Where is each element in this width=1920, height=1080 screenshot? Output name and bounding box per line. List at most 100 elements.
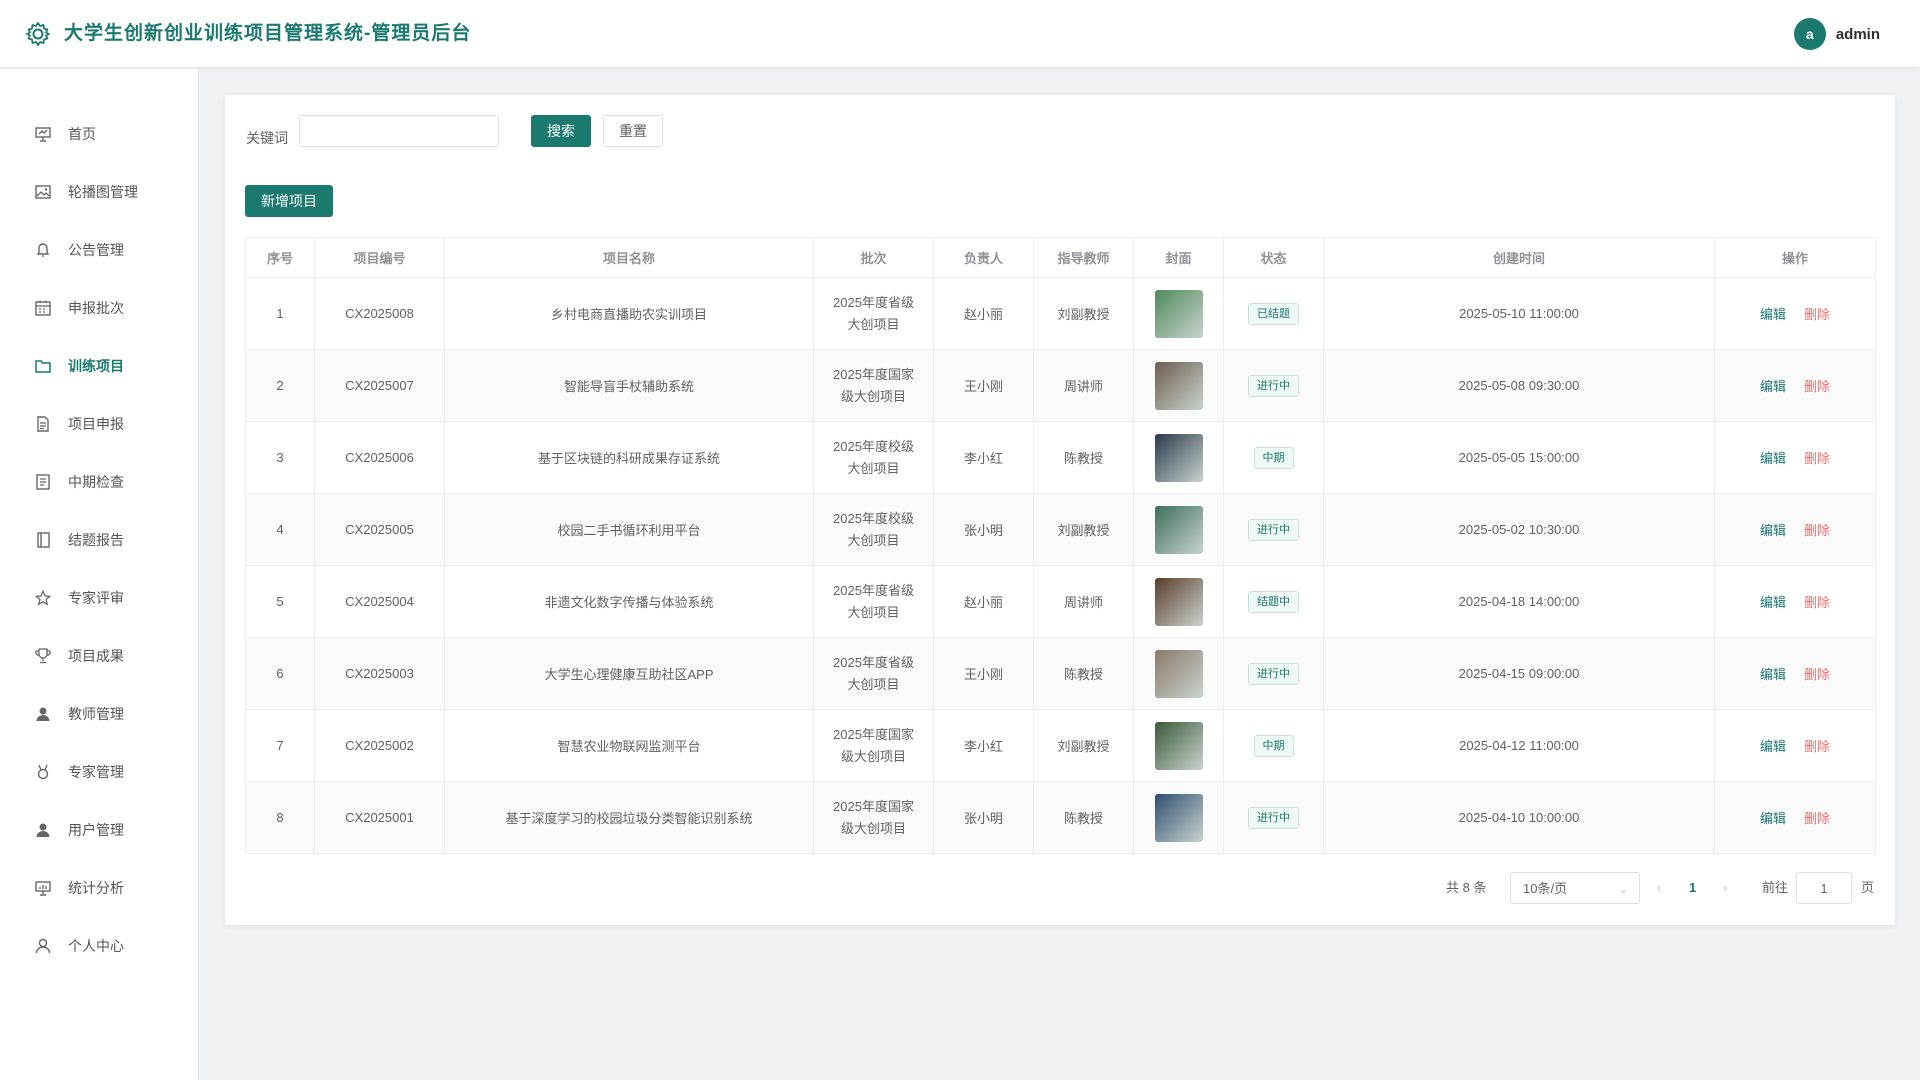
batch-line-1: 2025年度省级 <box>833 582 914 598</box>
sidebar-item-0[interactable]: 首页 <box>0 105 199 163</box>
sidebar-item-3[interactable]: 申报批次 <box>0 279 199 337</box>
cover-thumbnail[interactable] <box>1154 577 1203 626</box>
edit-button[interactable]: 编辑 <box>1760 451 1786 466</box>
edit-button[interactable]: 编辑 <box>1760 379 1786 394</box>
col-header-created[interactable]: 创建时间 <box>1323 237 1715 278</box>
cover-thumbnail[interactable] <box>1154 793 1203 842</box>
cell-actions: 编辑 删除 <box>1714 637 1876 710</box>
col-header-name[interactable]: 项目名称 <box>444 237 814 278</box>
sidebar-item-label: 统计分析 <box>68 880 124 896</box>
edit-button[interactable]: 编辑 <box>1760 595 1786 610</box>
col-header-teacher[interactable]: 指导教师 <box>1033 237 1134 278</box>
sidebar-item-label: 公告管理 <box>68 242 124 258</box>
delete-button[interactable]: 删除 <box>1804 811 1830 826</box>
cover-thumbnail[interactable] <box>1154 289 1203 338</box>
col-header-code[interactable]: 项目编号 <box>314 237 445 278</box>
cell-leader: 王小刚 <box>933 349 1034 422</box>
col-header-batch[interactable]: 批次 <box>813 237 934 278</box>
edit-button[interactable]: 编辑 <box>1760 811 1786 826</box>
sidebar-item-8[interactable]: 专家评审 <box>0 569 199 627</box>
edit-button[interactable]: 编辑 <box>1760 739 1786 754</box>
col-header-no[interactable]: 序号 <box>245 237 315 278</box>
edit-button[interactable]: 编辑 <box>1760 667 1786 682</box>
cell-status: 中期 <box>1223 421 1324 494</box>
sidebar-item-4[interactable]: 训练项目 <box>0 337 199 395</box>
cover-thumbnail[interactable] <box>1154 649 1203 698</box>
col-header-leader[interactable]: 负责人 <box>933 237 1034 278</box>
app-title: 大学生创新创业训练项目管理系统-管理员后台 <box>64 23 472 44</box>
table-row[interactable]: 6 CX2025003 大学生心理健康互助社区APP 2025年度省级 大创项目 王小刚陈… <box>245 637 1876 710</box>
cell-name: 乡村电商直播助农实训项目 <box>444 277 814 350</box>
sidebar-item-label: 申报批次 <box>68 300 124 316</box>
cell-teacher: 周讲师 <box>1033 565 1134 638</box>
cover-thumbnail[interactable] <box>1154 433 1203 482</box>
table-row[interactable]: 3 CX2025006 基于区块链的科研成果存证系统 2025年度校级 大创项目 李小红陈… <box>245 421 1876 494</box>
table-row[interactable]: 5 CX2025004 非遗文化数字传播与体验系统 2025年度省级 大创项目 赵小丽 周讲… <box>245 565 1876 638</box>
cell-teacher: 陈教授 <box>1033 781 1134 854</box>
sidebar-item-13[interactable]: 统计分析 <box>0 859 199 917</box>
delete-button[interactable]: 删除 <box>1804 667 1830 682</box>
cell-status: 中期 <box>1223 709 1324 782</box>
cell-cover <box>1133 709 1224 782</box>
sidebar-item-9[interactable]: 项目成果 <box>0 627 199 685</box>
cell-created: 2025-04-10 10:00:00 <box>1323 781 1715 854</box>
cell-code: CX2025008 <box>314 277 445 350</box>
delete-button[interactable]: 删除 <box>1804 739 1830 754</box>
cell-no: 6 <box>245 637 315 710</box>
star-icon <box>35 590 51 606</box>
delete-button[interactable]: 删除 <box>1804 307 1830 322</box>
batch-line-2: 级大创项目 <box>840 748 906 764</box>
search-button[interactable]: 搜索 <box>531 115 591 147</box>
delete-button[interactable]: 删除 <box>1804 595 1830 610</box>
cell-cover <box>1133 493 1224 566</box>
avatar[interactable]: a <box>1793 18 1826 50</box>
cover-thumbnail[interactable] <box>1154 505 1203 554</box>
col-header-status[interactable]: 状态 <box>1223 237 1324 278</box>
person-outline-icon <box>35 938 51 954</box>
add-project-button[interactable]: 新增项目 <box>245 185 333 217</box>
cell-actions: 编辑 删除 <box>1714 349 1876 422</box>
delete-button[interactable]: 删除 <box>1804 451 1830 466</box>
table-row[interactable]: 2 CX2025007 智能导盲手杖辅助系统 2025年度国家 级大创项目 王小刚 周讲师进… <box>245 349 1876 422</box>
delete-button[interactable]: 删除 <box>1804 523 1830 538</box>
cover-thumbnail[interactable] <box>1154 361 1203 410</box>
table-row[interactable]: 8 CX2025001 基于深度学习的校园垃圾分类智能识别系统 2025年度国家 级大创… <box>245 781 1876 854</box>
page-size-select[interactable]: 10条/页 ⌄ <box>1510 872 1640 904</box>
user-menu[interactable]: a admin <box>1793 18 1880 50</box>
cell-actions: 编辑 删除 <box>1714 493 1876 566</box>
cell-leader: 赵小丽 <box>933 565 1034 638</box>
edit-button[interactable]: 编辑 <box>1760 523 1786 538</box>
cell-status: 进行中 <box>1223 349 1324 422</box>
col-header-cover[interactable]: 封面 <box>1133 237 1224 278</box>
sidebar-item-7[interactable]: 结题报告 <box>0 511 199 569</box>
batch-line-2: 大创项目 <box>847 460 900 476</box>
sidebar-item-label: 项目申报 <box>68 416 124 432</box>
username[interactable]: admin <box>1836 26 1880 43</box>
table-row[interactable]: 4 CX2025005 校园二手书循环利用平台 2025年度校级 大创项目 张小明 刘副教授… <box>245 493 1876 566</box>
cell-name: 基于深度学习的校园垃圾分类智能识别系统 <box>444 781 814 854</box>
next-page-icon[interactable]: › <box>1723 872 1727 904</box>
cell-cover <box>1133 349 1224 422</box>
sidebar-item-6[interactable]: 中期检查 <box>0 453 199 511</box>
sidebar-item-12[interactable]: 用户管理 <box>0 801 199 859</box>
cell-no: 3 <box>245 421 315 494</box>
sidebar-item-5[interactable]: 项目申报 <box>0 395 199 453</box>
table-row[interactable]: 1 CX2025008 乡村电商直播助农实训项目 2025年度省级 大创项目 赵小丽 刘副教… <box>245 277 1876 350</box>
cover-thumbnail[interactable] <box>1154 721 1203 770</box>
goto-page-input[interactable] <box>1796 872 1852 904</box>
sidebar-item-2[interactable]: 公告管理 <box>0 221 199 279</box>
sidebar-item-1[interactable]: 轮播图管理 <box>0 163 199 221</box>
reset-button[interactable]: 重置 <box>603 115 663 147</box>
table-row[interactable]: 7 CX2025002 智慧农业物联网监测平台 2025年度国家 级大创项目 李小红 刘副教… <box>245 709 1876 782</box>
keyword-input[interactable] <box>299 115 499 147</box>
cell-batch: 2025年度国家 级大创项目 <box>813 709 934 782</box>
sidebar-item-10[interactable]: 教师管理 <box>0 685 199 743</box>
edit-button[interactable]: 编辑 <box>1760 307 1786 322</box>
delete-button[interactable]: 删除 <box>1804 379 1830 394</box>
cell-cover <box>1133 565 1224 638</box>
sidebar-item-14[interactable]: 个人中心 <box>0 917 199 975</box>
sidebar-item-11[interactable]: 专家管理 <box>0 743 199 801</box>
cell-no: 4 <box>245 493 315 566</box>
page-number-current[interactable]: 1 <box>1689 872 1696 904</box>
prev-page-icon[interactable]: ‹ <box>1657 872 1661 904</box>
